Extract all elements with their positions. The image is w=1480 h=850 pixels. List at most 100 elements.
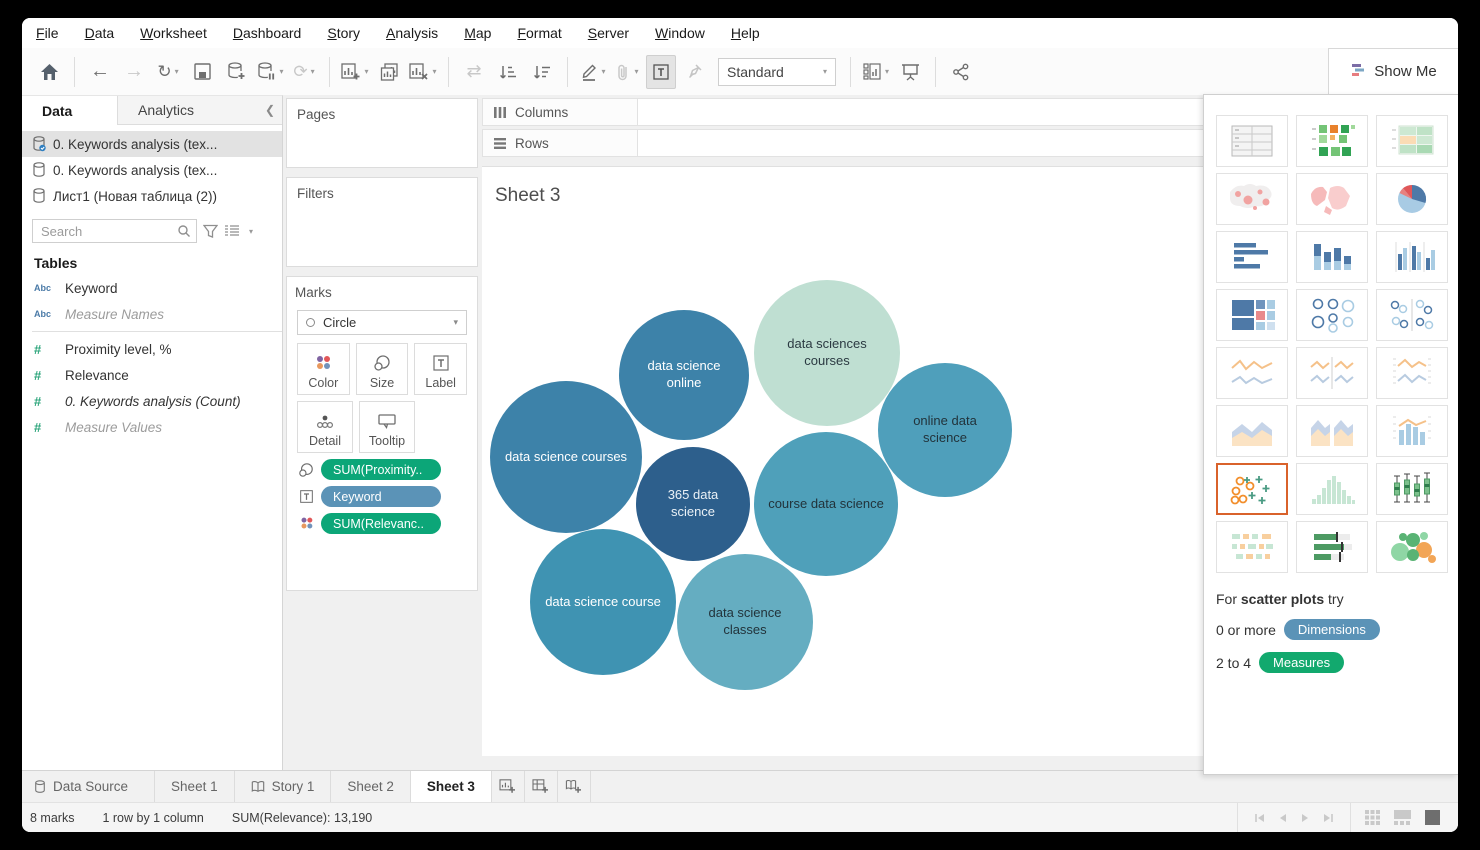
showme-side-by-side-circles[interactable]: [1376, 289, 1448, 341]
pages-card[interactable]: Pages: [286, 98, 478, 168]
tab-sheet-3[interactable]: Sheet 3: [411, 771, 492, 802]
data-source-item[interactable]: 0. Keywords analysis (tex...: [22, 157, 282, 183]
showme-treemap[interactable]: [1216, 289, 1288, 341]
clear-sheet-icon[interactable]: ▾: [408, 55, 438, 89]
showme-highlight-table[interactable]: [1296, 115, 1368, 167]
size-button[interactable]: Size: [356, 343, 409, 395]
showme-bullet-graph[interactable]: [1296, 521, 1368, 573]
run-update-icon[interactable]: ⟳▾: [289, 55, 319, 89]
bubble-data-science-course[interactable]: data science course: [530, 529, 676, 675]
menu-help[interactable]: Help: [731, 25, 760, 41]
pill-keyword[interactable]: Keyword: [321, 486, 441, 507]
menu-file[interactable]: File: [36, 25, 59, 41]
new-story-button[interactable]: [558, 771, 591, 802]
showme-dual-combination[interactable]: [1376, 405, 1448, 457]
show-me-button[interactable]: Show Me: [1328, 48, 1458, 95]
bubble-course-data-science[interactable]: course data science: [754, 432, 898, 576]
tab-story-1[interactable]: Story 1: [235, 771, 332, 802]
home-icon[interactable]: [34, 55, 64, 89]
undo-icon[interactable]: ←: [85, 55, 115, 89]
swap-rows-columns-icon[interactable]: ⇄: [459, 55, 489, 89]
fit-selector[interactable]: Standard ▾: [718, 58, 836, 86]
menu-worksheet[interactable]: Worksheet: [140, 25, 207, 41]
group-members-icon[interactable]: ▾: [612, 55, 642, 89]
previous-sheet-icon[interactable]: [1278, 813, 1288, 823]
duplicate-sheet-icon[interactable]: [374, 55, 404, 89]
showme-circle-views[interactable]: [1296, 289, 1368, 341]
mark-type-dropdown[interactable]: Circle ▾: [297, 310, 467, 335]
replay-icon[interactable]: ↻▾: [153, 55, 183, 89]
show-tabs-icon[interactable]: [1425, 810, 1440, 825]
showme-lines-discrete[interactable]: [1296, 347, 1368, 399]
menu-story[interactable]: Story: [327, 25, 360, 41]
show-filmstrip-icon[interactable]: [1394, 810, 1411, 825]
menu-window[interactable]: Window: [655, 25, 705, 41]
bubble-365-data-science[interactable]: 365 data science: [636, 447, 750, 561]
detail-button[interactable]: Detail: [297, 401, 353, 453]
highlight-icon[interactable]: ▾: [578, 55, 608, 89]
last-sheet-icon[interactable]: [1322, 813, 1334, 823]
share-icon[interactable]: [946, 55, 976, 89]
showme-box-and-whisker[interactable]: [1376, 463, 1448, 515]
tooltip-button[interactable]: Tooltip: [359, 401, 415, 453]
menu-map[interactable]: Map: [464, 25, 491, 41]
showme-packed-bubbles[interactable]: [1376, 521, 1448, 573]
showme-filled-map[interactable]: [1296, 173, 1368, 225]
showme-area-discrete[interactable]: [1296, 405, 1368, 457]
filter-fields-icon[interactable]: [203, 224, 218, 239]
new-dashboard-button[interactable]: [525, 771, 558, 802]
bubble-data-science-classes[interactable]: data science classes: [677, 554, 813, 690]
chevron-down-icon[interactable]: ▾: [249, 227, 253, 236]
data-source-item[interactable]: 0. Keywords analysis (tex...: [22, 131, 282, 157]
bubble-data-sciences-courses[interactable]: data sciences courses: [754, 280, 900, 426]
fix-axes-icon[interactable]: [680, 55, 710, 89]
showme-scatter-plot[interactable]: [1216, 463, 1288, 515]
showme-histogram[interactable]: [1296, 463, 1368, 515]
field-proximity-level[interactable]: # Proximity level, %: [22, 336, 282, 362]
menu-format[interactable]: Format: [517, 25, 561, 41]
bubble-data-science-courses[interactable]: data science courses: [490, 381, 642, 533]
pill-sum-proximity[interactable]: SUM(Proximity..: [321, 459, 441, 480]
showme-gantt[interactable]: [1216, 521, 1288, 573]
first-sheet-icon[interactable]: [1254, 813, 1266, 823]
bubble-online-data-science[interactable]: online data science: [878, 363, 1012, 497]
new-datasource-icon[interactable]: [221, 55, 251, 89]
show-mark-labels-icon[interactable]: [646, 55, 676, 89]
bubble-data-science-online[interactable]: data science online: [619, 310, 749, 440]
showme-area-continuous[interactable]: [1216, 405, 1288, 457]
showme-dual-lines[interactable]: [1376, 347, 1448, 399]
tab-data[interactable]: Data: [22, 96, 117, 125]
filters-card[interactable]: Filters: [286, 177, 478, 267]
field-relevance[interactable]: # Relevance: [22, 362, 282, 388]
pill-sum-relevance[interactable]: SUM(Relevanc..: [321, 513, 441, 534]
menu-server[interactable]: Server: [588, 25, 629, 41]
showme-horizontal-bars[interactable]: [1216, 231, 1288, 283]
color-button[interactable]: Color: [297, 343, 350, 395]
tab-sheet-2[interactable]: Sheet 2: [331, 771, 411, 802]
field-keywords-count[interactable]: # 0. Keywords analysis (Count): [22, 388, 282, 414]
redo-icon[interactable]: →: [119, 55, 149, 89]
data-source-item[interactable]: Лист1 (Новая таблица (2)): [22, 183, 282, 209]
menu-dashboard[interactable]: Dashboard: [233, 25, 302, 41]
new-worksheet-icon[interactable]: ▾: [340, 55, 370, 89]
next-sheet-icon[interactable]: [1300, 813, 1310, 823]
sort-ascending-icon[interactable]: [493, 55, 523, 89]
label-button[interactable]: Label: [414, 343, 467, 395]
show-hide-cards-icon[interactable]: ▾: [861, 55, 891, 89]
showme-symbol-map[interactable]: [1216, 173, 1288, 225]
field-keyword[interactable]: Abc Keyword: [22, 275, 282, 301]
showme-text-table[interactable]: [1216, 115, 1288, 167]
showme-heat-map[interactable]: [1376, 115, 1448, 167]
tab-analytics[interactable]: Analytics: [117, 96, 258, 125]
new-worksheet-button[interactable]: [492, 771, 525, 802]
showme-stacked-bars[interactable]: [1296, 231, 1368, 283]
sort-descending-icon[interactable]: [527, 55, 557, 89]
pause-auto-updates-icon[interactable]: ▾: [255, 55, 285, 89]
showme-side-by-side-bars[interactable]: [1376, 231, 1448, 283]
tab-sheet-1[interactable]: Sheet 1: [155, 771, 235, 802]
search-input[interactable]: [33, 220, 196, 242]
showme-lines-continuous[interactable]: [1216, 347, 1288, 399]
tab-data-source[interactable]: Data Source: [22, 771, 155, 802]
collapse-pane-icon[interactable]: ❮: [258, 96, 282, 125]
view-options-icon[interactable]: [224, 224, 240, 238]
